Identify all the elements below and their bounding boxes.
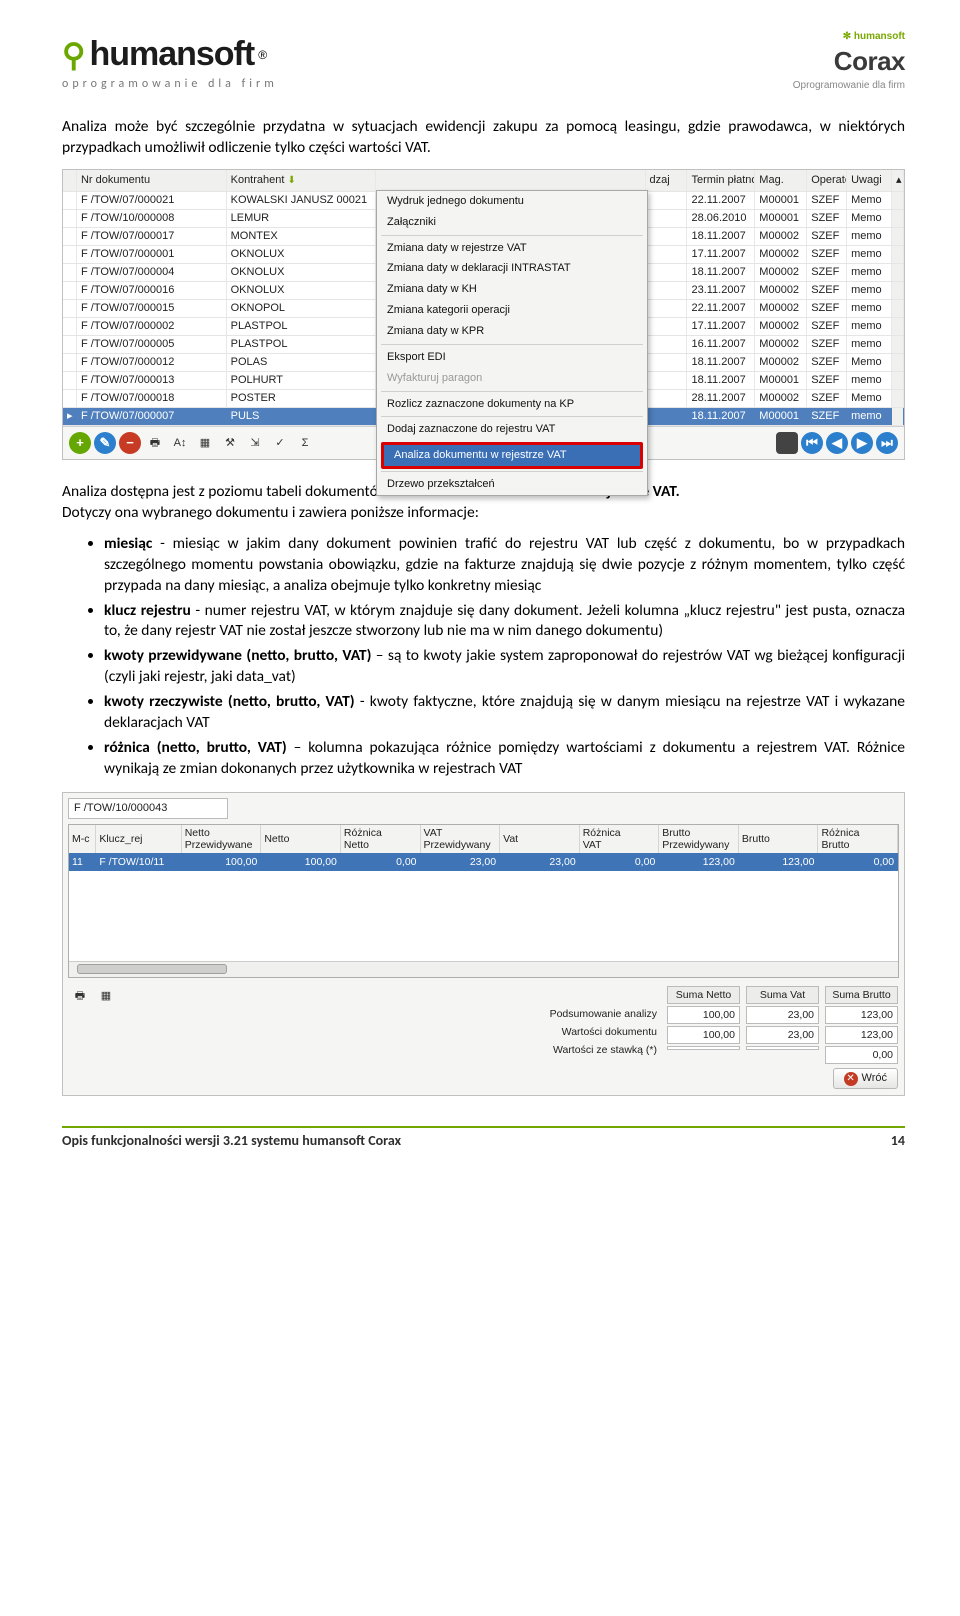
sort-icon[interactable]: A↕ — [169, 432, 191, 454]
export-icon[interactable]: ⇲ — [244, 432, 266, 454]
grid-column-header[interactable]: BruttoPrzewidywany — [659, 825, 739, 853]
summary-value: 100,00 — [667, 1026, 740, 1044]
bullet-roznica: różnica (netto, brutto, VAT) – kolumna p… — [104, 738, 905, 780]
summary-header: Suma Vat — [746, 986, 819, 1004]
bottom-tools: 🖶 ▦ — [69, 986, 117, 1090]
col-termin[interactable]: Termin płatności — [687, 170, 755, 191]
col-operator[interactable]: Operator — [807, 170, 847, 191]
footer-separator — [62, 1126, 905, 1128]
summary-box: Podsumowanie analizy Wartości dokumentu Wa… — [521, 986, 898, 1065]
table-row[interactable]: 11F /TOW/10/11100,00100,000,0023,0023,00… — [69, 853, 898, 871]
grid-column-header[interactable]: Klucz_rej — [96, 825, 181, 853]
logo-humansoft: ⚲ humansoft® oprogramowanie dla firm — [62, 32, 278, 92]
sort-asc-icon: ⬇ — [287, 174, 295, 188]
summary-value: 100,00 — [667, 1006, 740, 1024]
summary-value: 23,00 — [746, 1026, 819, 1044]
menu-item[interactable]: Załączniki — [377, 212, 647, 233]
save-icon[interactable] — [776, 432, 798, 454]
last-icon[interactable]: ⏭ — [876, 432, 898, 454]
sum-icon[interactable]: Σ — [294, 432, 316, 454]
menu-item[interactable]: Wydruk jednego dokumentu — [377, 191, 647, 212]
grid-icon[interactable]: ▦ — [95, 986, 117, 1008]
bullet-kwoty-przew: kwoty przewidywane (netto, brutto, VAT) … — [104, 646, 905, 688]
brand-tagline: oprogramowanie dla firm — [62, 76, 278, 92]
summary-value: 23,00 — [746, 1006, 819, 1024]
menu-item[interactable]: Zmiana kategorii operacji — [377, 300, 647, 321]
bullet-klucz: klucz rejestru - numer rejestru VAT, w k… — [104, 601, 905, 643]
prev-icon[interactable]: ◀ — [826, 432, 848, 454]
menu-item[interactable]: Rozlicz zaznaczone dokumenty na KP — [377, 394, 647, 415]
filter-icon[interactable]: ▦ — [194, 432, 216, 454]
col-kontrahent[interactable]: Kontrahent⬇ — [227, 170, 377, 191]
intro-paragraph: Analiza może być szczególnie przydatna w… — [62, 117, 905, 159]
scrollbar-v[interactable]: ▴ — [892, 170, 904, 191]
print-icon[interactable]: 🖶 — [144, 432, 166, 454]
grid-column-header[interactable]: Brutto — [739, 825, 819, 853]
context-menu: Wydruk jednego dokumentuZałączniki Zmiana… — [376, 190, 648, 496]
table-header-row: Nr dokumentu Kontrahent⬇ dzaj Termin pła… — [63, 170, 904, 192]
grid-column-header[interactable]: M-c — [69, 825, 96, 853]
summary-value: 123,00 — [825, 1026, 898, 1044]
next-icon[interactable]: ▶ — [851, 432, 873, 454]
check-icon[interactable]: ✓ — [269, 432, 291, 454]
col-nr-dokumentu[interactable]: Nr dokumentu — [77, 170, 227, 191]
summary-label: Wartości dokumentu — [521, 1024, 661, 1040]
grid-column-header[interactable]: RóżnicaNetto — [341, 825, 421, 853]
close-icon: ✕ — [844, 1072, 858, 1086]
bullet-list: miesiąc - miesiąc w jakim dany dokument … — [104, 534, 905, 780]
menu-item[interactable]: Zmiana daty w deklaracji INTRASTAT — [377, 258, 647, 279]
analysis-grid: M-cKlucz_rejNettoPrzewidywaneNettoRóżnic… — [68, 824, 899, 978]
summary-header: Suma Brutto — [825, 986, 898, 1004]
logo-corax: ✻ humansoft Corax Oprogramowanie dla fir… — [793, 30, 905, 92]
summary-value — [746, 1046, 819, 1050]
page-number: 14 — [891, 1132, 905, 1151]
person-icon: ⚲ — [62, 39, 85, 71]
summary-value — [667, 1046, 740, 1050]
grid-column-header[interactable]: NettoPrzewidywane — [182, 825, 262, 853]
summary-header: Suma Netto — [667, 986, 740, 1004]
grid-column-header[interactable]: Netto — [261, 825, 341, 853]
footer-title: Opis funkcjonalności wersji 3.21 systemu… — [62, 1132, 401, 1151]
bullet-kwoty-rzecz: kwoty rzeczywiste (netto, brutto, VAT) -… — [104, 692, 905, 734]
document-number-field: F /TOW/10/000043 — [68, 798, 228, 819]
add-icon[interactable]: + — [69, 432, 91, 454]
menu-item[interactable]: Zmiana daty w rejestrze VAT — [377, 238, 647, 259]
col-mag[interactable]: Mag. — [755, 170, 807, 191]
print-icon[interactable]: 🖶 — [69, 986, 91, 1008]
bullet-miesiac: miesiąc - miesiąc w jakim dany dokument … — [104, 534, 905, 597]
menu-item[interactable]: Drzewo przekształceń — [377, 474, 647, 495]
toolbar-right: ⏮ ◀ ▶ ⏭ — [776, 432, 898, 454]
toolbar-left: + ✎ − 🖶 A↕ ▦ ⚒ ⇲ ✓ Σ — [69, 432, 316, 454]
summary-label: Podsumowanie analizy — [521, 1006, 661, 1022]
grid-column-header[interactable]: RóżnicaVAT — [580, 825, 660, 853]
back-button[interactable]: ✕ Wróć — [833, 1068, 898, 1089]
menu-item: Wyfakturuj paragon — [377, 368, 647, 389]
menu-item[interactable]: Eksport EDI — [377, 347, 647, 368]
grid-column-header[interactable]: RóżnicaBrutto — [818, 825, 898, 853]
page-header: ⚲ humansoft® oprogramowanie dla firm ✻ h… — [62, 30, 905, 92]
col-uwagi[interactable]: Uwagi — [847, 170, 892, 191]
first-icon[interactable]: ⏮ — [801, 432, 823, 454]
menu-item[interactable]: Zmiana daty w KPR — [377, 321, 647, 342]
grid-column-header[interactable]: Vat — [500, 825, 580, 853]
grid-column-header[interactable]: VATPrzewidywany — [421, 825, 501, 853]
menu-item[interactable]: Dodaj zaznaczone do rejestru VAT — [377, 419, 647, 440]
summary-label: Wartości ze stawką (*) — [521, 1042, 661, 1058]
summary-value: 123,00 — [825, 1006, 898, 1024]
screenshot-table-context-menu: Nr dokumentu Kontrahent⬇ dzaj Termin pła… — [62, 169, 905, 460]
delete-icon[interactable]: − — [119, 432, 141, 454]
menu-item-highlighted[interactable]: Analiza dokumentu w rejestrze VAT — [381, 442, 643, 469]
brand-name: humansoft — [89, 32, 254, 78]
scrollbar-h[interactable] — [69, 961, 898, 977]
summary-value: 0,00 — [825, 1046, 898, 1064]
page-footer: Opis funkcjonalności wersji 3.21 systemu… — [62, 1132, 905, 1151]
screenshot-analysis-window: F /TOW/10/000043 M-cKlucz_rejNettoPrzewi… — [62, 792, 905, 1096]
menu-item[interactable]: Zmiana daty w KH — [377, 279, 647, 300]
col-rodzaj[interactable]: dzaj — [646, 170, 688, 191]
edit-icon[interactable]: ✎ — [94, 432, 116, 454]
tools-icon[interactable]: ⚒ — [219, 432, 241, 454]
